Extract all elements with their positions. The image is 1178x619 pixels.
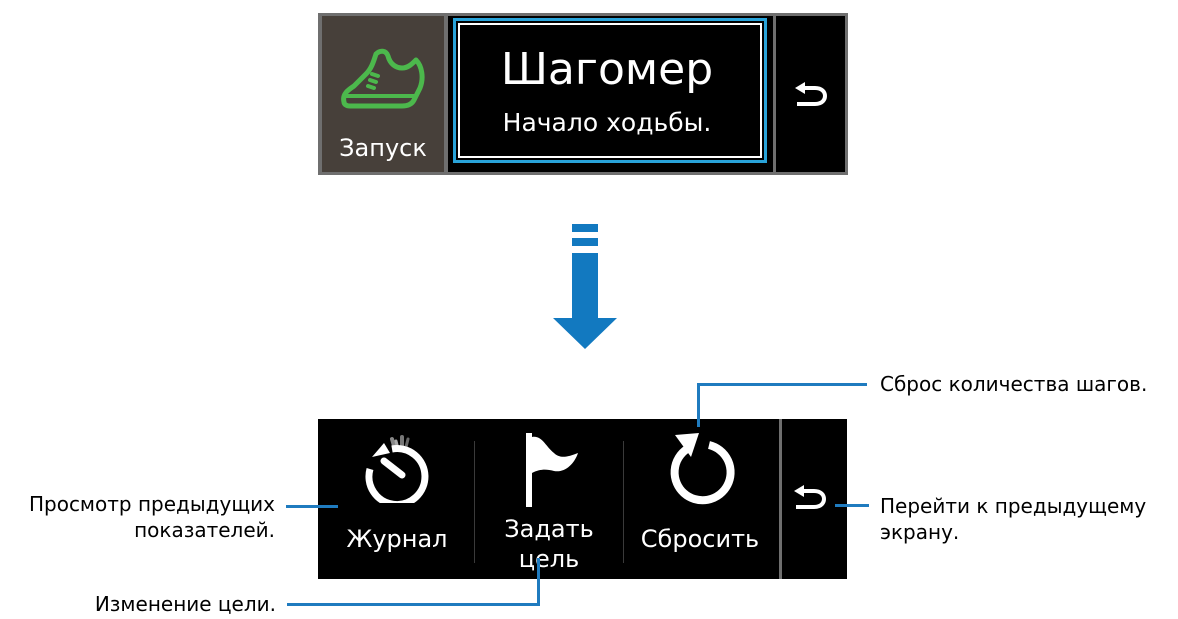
reset-icon bbox=[670, 433, 735, 505]
pedometer-title: Шагомер bbox=[500, 44, 714, 95]
pedometer-subtitle: Начало ходьбы. bbox=[502, 108, 712, 137]
callout-line-log bbox=[286, 505, 338, 508]
log-icon bbox=[365, 435, 429, 503]
start-label: Запуск bbox=[339, 134, 427, 162]
reset-label: Сбросить bbox=[640, 525, 760, 553]
callout-line-back bbox=[835, 504, 869, 507]
back-button-bottom[interactable] bbox=[779, 419, 847, 579]
reset-button[interactable]: Сбросить bbox=[625, 421, 775, 577]
log-button[interactable]: Журнал bbox=[322, 421, 472, 577]
callout-line-goal bbox=[287, 603, 540, 606]
set-goal-label-line2: цель bbox=[518, 545, 580, 573]
back-icon bbox=[794, 485, 827, 509]
back-button-top[interactable] bbox=[776, 16, 845, 172]
divider bbox=[474, 441, 475, 563]
callout-log-line2: показателей. bbox=[134, 518, 275, 542]
start-button[interactable]: Запуск bbox=[322, 16, 444, 172]
set-goal-button[interactable]: Задать цель bbox=[476, 421, 622, 577]
callout-back-line1: Перейти к предыдущему bbox=[880, 494, 1147, 518]
down-arrow-dash bbox=[572, 238, 598, 246]
down-arrow-head bbox=[553, 318, 617, 349]
down-arrow-shaft bbox=[572, 253, 598, 323]
back-icon bbox=[795, 82, 828, 106]
callout-goal: Изменение цели. bbox=[94, 592, 276, 616]
callout-line-reset-vert bbox=[697, 383, 700, 427]
divider bbox=[623, 441, 624, 563]
callout-back-line2: экрану. bbox=[880, 520, 960, 544]
callout-log-line1: Просмотр предыдущих bbox=[28, 492, 275, 516]
set-goal-label-line1: Задать bbox=[504, 515, 594, 543]
down-arrow-icon bbox=[572, 224, 598, 232]
flag-icon bbox=[526, 433, 578, 507]
callout-reset: Сброс количества шагов. bbox=[880, 372, 1148, 396]
callout-line-goal-vert bbox=[537, 558, 540, 605]
callout-line-reset bbox=[697, 383, 867, 386]
shoe-icon bbox=[341, 48, 425, 109]
log-label: Журнал bbox=[346, 525, 448, 553]
